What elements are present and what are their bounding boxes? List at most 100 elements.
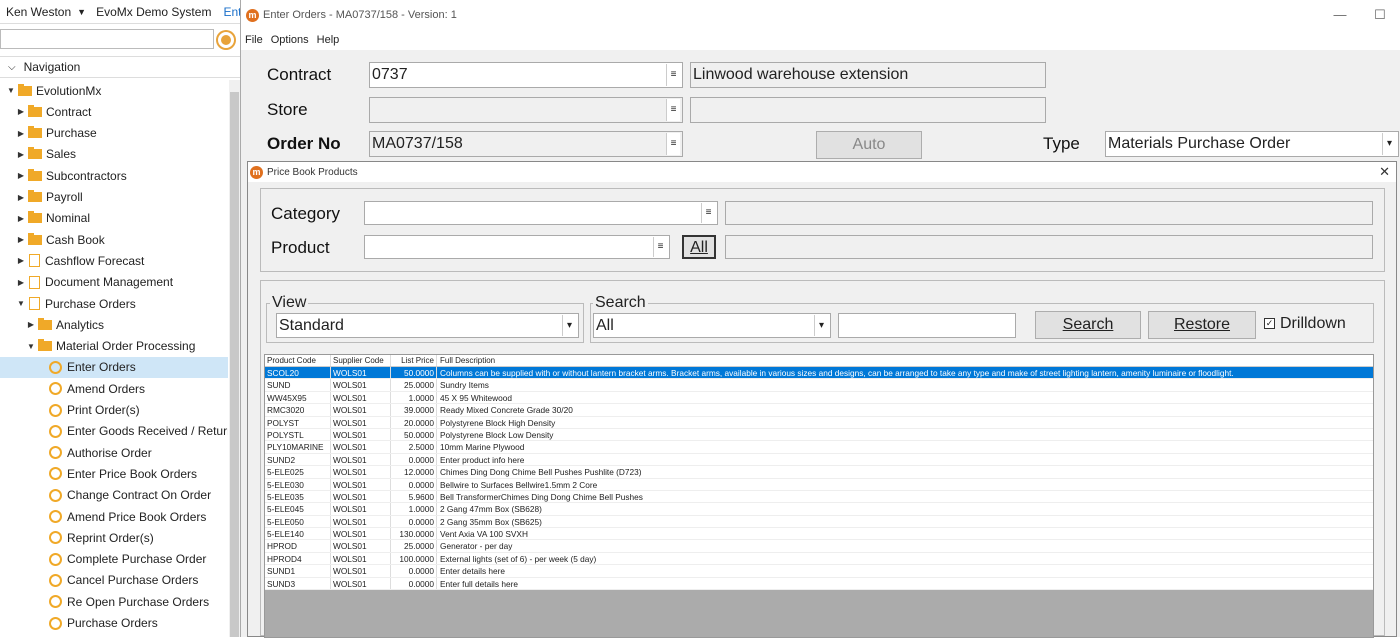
nav-item[interactable]: Cancel Purchase Orders <box>36 570 198 591</box>
nav-item[interactable]: Print Order(s) <box>36 400 140 421</box>
chevron-down-icon[interactable]: ▾ <box>1382 133 1396 155</box>
table-row[interactable]: HPROD4 WOLS01 100.0000 External lights (set… <box>265 552 1373 566</box>
dropdown-icon[interactable]: ≡ <box>666 64 680 86</box>
store-field[interactable]: ≡ <box>369 97 683 123</box>
contract-field[interactable]: 0737 ≡ <box>369 62 683 88</box>
nav-item[interactable]: ▼ EvolutionMx <box>6 80 101 101</box>
table-row[interactable]: PLY10MARINE WOLS01 2.5000 10mm Marine Plywo… <box>265 441 1373 454</box>
nav-item[interactable]: Complete Purchase Order <box>36 549 206 570</box>
column-header[interactable]: Supplier Code <box>331 355 391 366</box>
nav-item[interactable]: ▶ Contract <box>16 101 91 122</box>
table-row[interactable]: 5-ELE030 WOLS01 0.0000 Bellwire to Surfaces… <box>265 478 1373 491</box>
nav-item[interactable]: ▶ Purchase <box>16 123 97 144</box>
product-field[interactable]: ≡ <box>364 235 670 259</box>
caret-down-icon[interactable]: ▼ <box>6 86 16 95</box>
nav-item[interactable]: Enter Goods Received / Returned <box>36 421 228 442</box>
table-row[interactable]: 5-ELE035 WOLS01 5.9600 Bell TransformerChim… <box>265 490 1373 504</box>
navigation-header[interactable]: ⌵ Navigation <box>0 56 240 78</box>
caret-right-icon[interactable]: ▶ <box>16 235 26 244</box>
nav-item[interactable]: Change Contract On Order <box>36 485 211 506</box>
table-row[interactable]: RMC3020 WOLS01 39.0000 Ready Mixed Concrete… <box>265 404 1373 417</box>
search-input[interactable] <box>838 313 1016 338</box>
type-select[interactable]: Materials Purchase Order ▾ <box>1105 131 1399 157</box>
column-header[interactable]: Full Description <box>437 355 1373 366</box>
contract-label: Contract <box>267 65 332 84</box>
nav-item[interactable]: Purchase Orders <box>36 613 158 634</box>
scrollbar-thumb[interactable] <box>230 92 239 637</box>
nav-item[interactable]: Authorise Order <box>36 442 152 463</box>
nav-item[interactable]: ▼ Purchase Orders <box>16 293 136 314</box>
search-scope-select[interactable]: All ▾ <box>593 313 831 338</box>
maximize-icon[interactable]: ☐ <box>1360 0 1400 30</box>
caret-down-icon[interactable]: ▼ <box>26 342 36 351</box>
nav-item[interactable]: ▶ Document Management <box>16 272 173 293</box>
table-row[interactable]: 5-ELE045 WOLS01 1.0000 2 Gang 47mm Box (SB6… <box>265 503 1373 516</box>
nav-item[interactable]: Reprint Order(s) <box>36 527 154 548</box>
nav-item[interactable]: Re Open Purchase Orders <box>36 591 209 612</box>
table-row[interactable]: HPROD WOLS01 25.0000 Generator - per day <box>265 540 1373 553</box>
table-row[interactable]: 5-ELE025 WOLS01 12.0000 Chimes Ding Dong Ch… <box>265 466 1373 479</box>
enter-link[interactable]: Enter <box>217 5 240 19</box>
view-select[interactable]: Standard ▾ <box>276 313 579 338</box>
table-row[interactable]: 5-ELE140 WOLS01 130.0000 Vent Axia VA 100 S… <box>265 528 1373 541</box>
table-row[interactable]: POLYST WOLS01 20.0000 Polystyrene Block Hig… <box>265 416 1373 429</box>
dropdown-icon[interactable]: ≡ <box>701 203 715 223</box>
nav-item[interactable]: ▶ Cashflow Forecast <box>16 250 144 271</box>
dropdown-icon[interactable]: ≡ <box>666 99 680 121</box>
table-row[interactable]: SUND WOLS01 25.0000 Sundry Items <box>265 379 1373 392</box>
auto-button[interactable]: Auto <box>816 131 922 159</box>
nav-item[interactable]: ▶ Payroll <box>16 187 83 208</box>
caret-right-icon[interactable]: ▶ <box>16 129 26 138</box>
table-row[interactable]: 5-ELE050 WOLS01 0.0000 2 Gang 35mm Box (SB6… <box>265 515 1373 529</box>
nav-item[interactable]: ▼ Material Order Processing <box>26 336 195 357</box>
nav-item[interactable]: Enter Orders <box>0 356 228 378</box>
nav-item[interactable]: Enter Price Book Orders <box>36 463 197 484</box>
chevron-down-icon[interactable]: ▾ <box>814 315 828 336</box>
table-row[interactable]: SUND3 WOLS01 0.0000 Enter full details here <box>265 577 1373 591</box>
dropdown-icon[interactable]: ≡ <box>653 237 667 257</box>
menu-options[interactable]: Options <box>267 34 313 46</box>
user-name[interactable]: Ken Weston <box>0 5 77 19</box>
nav-scrollbar[interactable] <box>229 80 240 637</box>
table-row[interactable]: SCOL20 WOLS01 50.0000 Columns can be suppli… <box>265 367 1373 380</box>
system-name[interactable]: EvoMx Demo System <box>90 5 217 19</box>
chevron-down-icon[interactable]: ▼ <box>77 7 90 17</box>
menu-file[interactable]: File <box>241 34 267 46</box>
caret-right-icon[interactable]: ▶ <box>16 256 26 265</box>
caret-right-icon[interactable]: ▶ <box>16 107 26 116</box>
restore-button[interactable]: Restore <box>1148 311 1256 339</box>
menu-help[interactable]: Help <box>313 34 344 46</box>
dropdown-icon[interactable]: ≡ <box>666 133 680 155</box>
caret-right-icon[interactable]: ▶ <box>26 320 36 329</box>
nav-item[interactable]: ▶ Sales <box>16 144 76 165</box>
table-row[interactable]: SUND2 WOLS01 0.0000 Enter product info here <box>265 453 1373 467</box>
caret-right-icon[interactable]: ▶ <box>16 214 26 223</box>
table-row[interactable]: POLYSTL WOLS01 50.0000 Polystyrene Block Lo… <box>265 428 1373 442</box>
search-button[interactable]: Search <box>1035 311 1141 339</box>
caret-right-icon[interactable]: ▶ <box>16 278 26 287</box>
gear-icon[interactable] <box>218 32 234 48</box>
column-header[interactable]: Product Code <box>265 355 331 366</box>
caret-right-icon[interactable]: ▶ <box>16 193 26 202</box>
contract-value: 0737 <box>372 66 408 83</box>
order-no-field[interactable]: MA0737/158 ≡ <box>369 131 683 157</box>
drilldown-checkbox[interactable]: ✓ <box>1264 318 1275 329</box>
nav-search-input[interactable] <box>0 29 214 49</box>
minimize-icon[interactable]: — <box>1320 0 1360 30</box>
nav-item[interactable]: Amend Price Book Orders <box>36 506 206 527</box>
chevron-down-icon[interactable]: ▾ <box>562 315 576 336</box>
category-field[interactable]: ≡ <box>364 201 718 225</box>
caret-right-icon[interactable]: ▶ <box>16 171 26 180</box>
nav-item[interactable]: ▶ Subcontractors <box>16 165 127 186</box>
nav-item[interactable]: ▶ Nominal <box>16 208 90 229</box>
column-header[interactable]: List Price <box>391 355 437 366</box>
all-products-button[interactable]: All <box>682 235 716 259</box>
nav-item[interactable]: Amend Orders <box>36 378 145 399</box>
table-row[interactable]: WW45X95 WOLS01 1.0000 45 X 95 Whitewood <box>265 391 1373 405</box>
caret-right-icon[interactable]: ▶ <box>16 150 26 159</box>
table-row[interactable]: SUND1 WOLS01 0.0000 Enter details here <box>265 565 1373 578</box>
close-icon[interactable]: ✕ <box>1379 164 1390 180</box>
caret-down-icon[interactable]: ▼ <box>16 299 26 308</box>
nav-item[interactable]: ▶ Cash Book <box>16 229 105 250</box>
nav-item[interactable]: ▶ Analytics <box>26 314 104 335</box>
